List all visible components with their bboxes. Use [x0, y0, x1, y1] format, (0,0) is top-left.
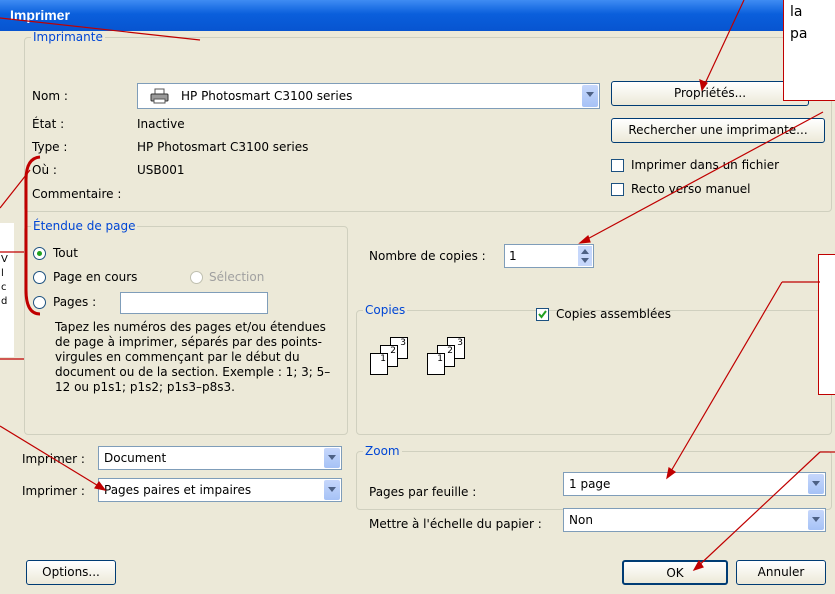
arrow-to-ok-2 [693, 451, 821, 571]
annotation-arrows-layer [0, 0, 835, 572]
arrowhead [94, 480, 107, 491]
arrow-to-print-pages [0, 425, 106, 491]
arrow-to-pages-per-sheet-2 [666, 281, 783, 479]
arrowhead [666, 467, 677, 480]
arrow-to-properties [701, 0, 745, 91]
bracket [24, 155, 41, 316]
arrowhead [578, 234, 591, 244]
arrow-to-printer-group [0, 17, 201, 41]
arrow-to-copies [579, 111, 824, 244]
